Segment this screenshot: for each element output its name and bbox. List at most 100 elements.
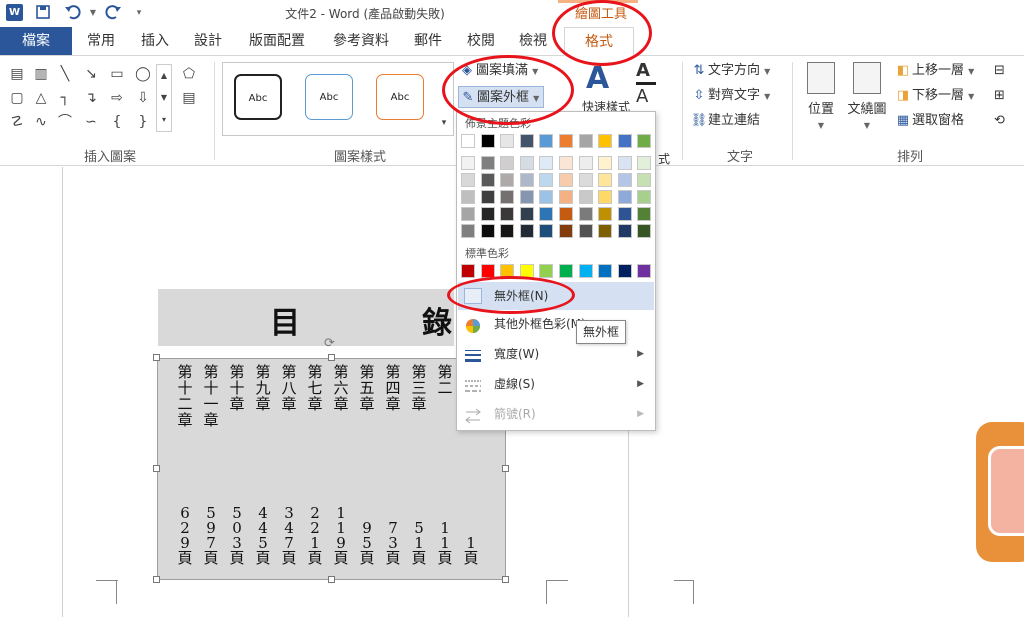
standard-color-swatch[interactable]	[578, 264, 593, 278]
rounded-rect-shape-icon[interactable]: ▢	[6, 88, 28, 108]
right-arrow-shape-icon[interactable]: ⇨	[106, 88, 128, 108]
text-outline-icon[interactable]: A	[636, 86, 648, 108]
theme-shade-swatch[interactable]	[559, 173, 573, 187]
theme-shade-swatch[interactable]	[519, 156, 534, 170]
down-arrow-shape-icon[interactable]: ⇩	[132, 88, 154, 108]
rotate-objects-icon[interactable]: ⟲	[994, 110, 1005, 132]
vertical-text-box-shape-icon[interactable]: ▥	[30, 64, 52, 84]
text-direction-button[interactable]: ⇅ 文字方向 ▼	[690, 60, 771, 82]
weight-item[interactable]: 寬度(W) ▶	[458, 340, 654, 368]
align-text-button[interactable]: ⇳ 對齊文字 ▼	[690, 85, 771, 107]
theme-shade-swatch[interactable]	[578, 224, 593, 238]
theme-shade-swatch[interactable]	[539, 207, 554, 221]
right-brace-shape-icon[interactable]: }	[132, 112, 154, 132]
oval-shape-icon[interactable]: ◯	[132, 64, 154, 84]
scribble-shape-icon[interactable]: ∿	[30, 112, 52, 132]
redo-icon[interactable]	[104, 4, 122, 22]
theme-shade-swatch[interactable]	[539, 224, 554, 238]
theme-shade-swatch[interactable]	[461, 224, 475, 238]
theme-color-swatch[interactable]	[461, 134, 475, 148]
theme-shade-swatch[interactable]	[637, 190, 652, 204]
theme-shade-swatch[interactable]	[500, 156, 515, 170]
tab-layout[interactable]: 版面配置	[238, 27, 316, 55]
position-button[interactable]: 位置 ▼	[796, 62, 846, 132]
theme-color-swatch[interactable]	[598, 134, 613, 148]
theme-shade-swatch[interactable]	[500, 173, 515, 187]
theme-shade-swatch[interactable]	[559, 224, 573, 238]
theme-shade-swatch[interactable]	[559, 190, 573, 204]
theme-shade-swatch[interactable]	[480, 156, 495, 170]
curve-shape-icon[interactable]: ☡	[6, 112, 28, 132]
group-objects-icon[interactable]: ⊞	[994, 85, 1005, 107]
undo-icon[interactable]	[64, 4, 82, 22]
triangle-shape-icon[interactable]: △	[30, 88, 52, 108]
standard-color-swatch[interactable]	[461, 264, 475, 278]
resize-handle[interactable]	[153, 465, 160, 472]
theme-color-swatch[interactable]	[500, 134, 515, 148]
standard-color-swatch[interactable]	[539, 264, 554, 278]
elbow-connector-shape-icon[interactable]: ┐	[54, 88, 76, 108]
theme-color-swatch[interactable]	[559, 134, 573, 148]
theme-shade-swatch[interactable]	[461, 156, 475, 170]
theme-shade-swatch[interactable]	[578, 173, 593, 187]
rotate-handle-icon[interactable]: ⟳	[324, 336, 335, 351]
theme-shade-swatch[interactable]	[461, 173, 475, 187]
resize-handle[interactable]	[328, 576, 335, 583]
styles-more-icon[interactable]: ▾	[436, 113, 452, 133]
shape-style-orange[interactable]: Abc	[376, 74, 424, 120]
standard-color-swatch[interactable]	[637, 264, 652, 278]
theme-color-swatch[interactable]	[578, 134, 593, 148]
theme-shade-swatch[interactable]	[617, 190, 632, 204]
theme-shade-swatch[interactable]	[480, 173, 495, 187]
tab-review[interactable]: 校閱	[458, 27, 504, 55]
theme-shade-swatch[interactable]	[480, 207, 495, 221]
customize-toolbar-icon[interactable]: ▾	[130, 4, 148, 22]
draw-text-box-icon[interactable]: ▤	[178, 88, 200, 108]
theme-shade-swatch[interactable]	[559, 156, 573, 170]
tab-references[interactable]: 參考資料	[322, 27, 400, 55]
theme-color-swatch[interactable]	[480, 134, 495, 148]
theme-shade-swatch[interactable]	[617, 207, 632, 221]
elbow-arrow-shape-icon[interactable]: ↴	[80, 88, 102, 108]
theme-shade-swatch[interactable]	[519, 190, 534, 204]
theme-shade-swatch[interactable]	[480, 224, 495, 238]
dashes-item[interactable]: 虛線(S) ▶	[458, 370, 654, 398]
theme-shade-swatch[interactable]	[461, 207, 475, 221]
resize-handle[interactable]	[153, 354, 160, 361]
bring-forward-button[interactable]: ◧ 上移一層 ▼	[894, 60, 974, 82]
save-icon[interactable]	[34, 4, 52, 22]
theme-shade-swatch[interactable]	[637, 173, 652, 187]
shape-style-blue[interactable]: Abc	[305, 74, 353, 120]
rectangle-shape-icon[interactable]: ▭	[106, 64, 128, 84]
arrows-item[interactable]: 箭號(R) ▶	[458, 400, 654, 428]
theme-shade-swatch[interactable]	[500, 207, 515, 221]
selection-pane-button[interactable]: ▦ 選取窗格	[894, 110, 964, 132]
tab-design[interactable]: 設計	[185, 27, 231, 55]
theme-shade-swatch[interactable]	[480, 190, 495, 204]
resize-handle[interactable]	[153, 576, 160, 583]
resize-handle[interactable]	[502, 465, 509, 472]
theme-shade-swatch[interactable]	[617, 224, 632, 238]
theme-shade-swatch[interactable]	[617, 156, 632, 170]
standard-color-swatch[interactable]	[617, 264, 632, 278]
wordart-quick-styles-icon[interactable]: A	[586, 62, 609, 96]
arc-shape-icon[interactable]: ⌒	[54, 112, 76, 132]
left-brace-shape-icon[interactable]: {	[106, 112, 128, 132]
theme-color-swatch[interactable]	[539, 134, 554, 148]
theme-shade-swatch[interactable]	[519, 207, 534, 221]
align-objects-icon[interactable]: ⊟	[994, 60, 1005, 82]
send-backward-button[interactable]: ◨ 下移一層 ▼	[894, 85, 974, 107]
wrap-text-button[interactable]: 文繞圖 ▼	[842, 62, 892, 132]
theme-shade-swatch[interactable]	[617, 173, 632, 187]
tab-mailings[interactable]: 郵件	[405, 27, 451, 55]
create-link-button[interactable]: ⛓建立連結	[690, 110, 760, 132]
theme-color-swatch[interactable]	[637, 134, 652, 148]
theme-shade-swatch[interactable]	[539, 173, 554, 187]
theme-shade-swatch[interactable]	[598, 156, 613, 170]
theme-shade-swatch[interactable]	[519, 224, 534, 238]
tab-home[interactable]: 常用	[78, 27, 124, 55]
edit-shape-icon[interactable]: ⬠	[178, 64, 200, 84]
theme-shade-swatch[interactable]	[539, 190, 554, 204]
theme-shade-swatch[interactable]	[637, 156, 652, 170]
theme-shade-swatch[interactable]	[637, 224, 652, 238]
